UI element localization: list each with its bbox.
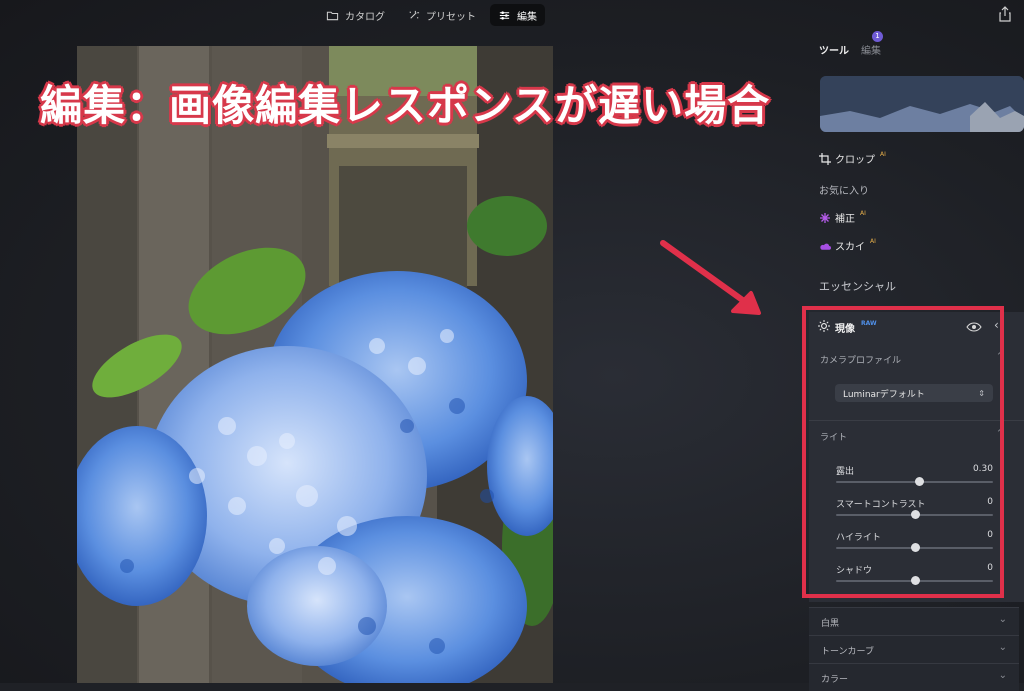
sky-ai-badge: AI [870,238,876,245]
section-tone-curve[interactable]: トーンカーブ ⌄ [809,635,1019,663]
annotation-arrow [660,240,761,315]
annotation-headline: 編集：画像編集レスポンスが遅い場合 [40,81,771,130]
app-window: カタログ プリセット 編集 ツール 編集 1 クロップ AI お気に入り 補正 … [0,0,1024,691]
section-tone-curve-label: トーンカーブ [821,647,875,657]
histogram-icon [820,76,1024,132]
enhance-label: 補正 [835,214,855,225]
top-bar: カタログ プリセット 編集 [0,0,1024,30]
folder-icon [326,11,339,20]
share-icon[interactable] [998,6,1012,22]
photo-canvas[interactable] [77,46,553,683]
crop-ai-badge: AI [880,151,886,158]
tab-edits-label: 編集 [861,46,881,57]
histogram-thumbnail [820,76,1024,132]
presets-label: プリセット [426,11,476,23]
crop-tool[interactable]: クロップ AI [819,151,886,166]
cloud-icon [819,240,831,252]
edit-label: 編集 [517,11,537,23]
presets-button[interactable]: プリセット [399,4,484,26]
section-black-white-label: 白黒 [821,619,840,629]
sparkle-icon [409,10,420,19]
annotation-highlight-box [802,306,1004,598]
crop-icon [819,152,831,165]
enhance-sparkle-icon [819,212,831,224]
enhance-tool[interactable]: 補正 AI [819,210,866,225]
panel-tabs: ツール 編集 1 [819,31,883,57]
section-color[interactable]: カラー ⌄ [809,663,1019,691]
section-color-label: カラー [821,675,849,685]
essentials-title: エッセンシャル [819,280,896,293]
tab-edits[interactable]: 編集 1 [861,31,883,57]
chevron-down-icon: ⌄ [998,642,1007,653]
hydrangea-photo [77,46,553,683]
favorites-label[interactable]: お気に入り [819,182,869,197]
chevron-down-icon: ⌄ [998,614,1007,625]
enhance-ai-badge: AI [860,210,866,217]
chevron-down-icon: ⌄ [998,670,1007,681]
section-black-white[interactable]: 白黒 ⌄ [809,607,1019,635]
sliders-icon [499,10,510,20]
sky-tool[interactable]: スカイ AI [819,238,876,253]
main-navigation: カタログ プリセット 編集 [318,4,545,26]
sky-label: スカイ [835,242,865,253]
catalog-label: カタログ [345,11,385,23]
edits-count-badge: 1 [872,31,883,42]
tab-tools[interactable]: ツール [819,42,849,57]
edit-button[interactable]: 編集 [490,4,545,26]
crop-label: クロップ [835,155,875,166]
catalog-button[interactable]: カタログ [318,4,393,26]
